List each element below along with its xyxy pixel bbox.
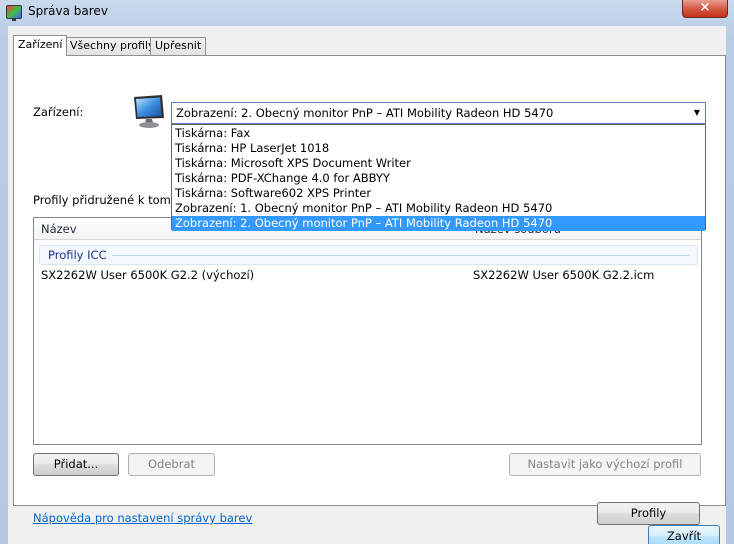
profiles-button[interactable]: Profily [597,502,700,525]
group-header-icc[interactable]: Profily ICC [39,245,698,265]
device-option-fax[interactable]: Tiskárna: Fax [172,126,705,141]
device-option-monitor-1[interactable]: Zobrazení: 1. Obecný monitor PnP – ATI M… [172,201,705,216]
device-option-hp-laserjet[interactable]: Tiskárna: HP LaserJet 1018 [172,141,705,156]
close-window-button[interactable]: × [682,0,728,18]
tab-all-profiles[interactable]: Všechny profily [65,37,160,55]
color-management-window: Správa barev × Zařízení Všechny profily … [0,0,734,544]
device-option-xps-writer[interactable]: Tiskárna: Microsoft XPS Document Writer [172,156,705,171]
device-option-software602[interactable]: Tiskárna: Software602 XPS Printer [172,186,705,201]
group-title: Profily ICC [48,248,107,262]
device-label: Zařízení: [33,105,84,119]
window-title: Správa barev [28,4,108,18]
dialog-client: Zařízení Všechny profily Upřesnit Zaříze… [8,26,726,544]
group-divider [112,255,689,256]
add-button[interactable]: Přidat... [33,453,119,476]
table-row-file[interactable]: SX2262W User 6500K G2.2.icm [473,268,654,282]
device-option-pdf-xchange[interactable]: Tiskárna: PDF-XChange 4.0 for ABBYY [172,171,705,186]
devices-panel: Zařízení: Zobrazení: 2. Obecný monitor P… [13,55,726,525]
tab-devices[interactable]: Zařízení [13,35,68,56]
tab-advanced[interactable]: Upřesnit [150,37,207,55]
device-dropdown-list: Tiskárna: Fax Tiskárna: HP LaserJet 1018… [171,124,706,231]
device-select-value: Zobrazení: 2. Obecný monitor PnP – ATI M… [176,106,554,120]
title-bar[interactable]: Správa barev × [0,0,734,26]
remove-button[interactable]: Odebrat [128,453,215,476]
table-row-name[interactable]: SX2262W User 6500K G2.2 (výchozí) [41,268,254,282]
device-option-monitor-2[interactable]: Zobrazení: 2. Obecný monitor PnP – ATI M… [172,216,705,231]
column-header-name[interactable]: Název [41,222,77,236]
help-link[interactable]: Nápověda pro nastavení správy barev [33,511,252,525]
close-button[interactable]: Zavřít [648,525,720,544]
profiles-list[interactable]: Název Název souboru Profily ICC SX2262W … [33,217,702,445]
set-default-profile-button[interactable]: Nastavit jako výchozí profil [509,453,701,476]
profiles-label: Profily přidružené k tomu [33,193,179,207]
monitor-icon [134,95,164,128]
chevron-down-icon[interactable]: ▼ [689,103,705,123]
color-management-icon [6,5,22,21]
device-select[interactable]: Zobrazení: 2. Obecný monitor PnP – ATI M… [171,102,706,124]
